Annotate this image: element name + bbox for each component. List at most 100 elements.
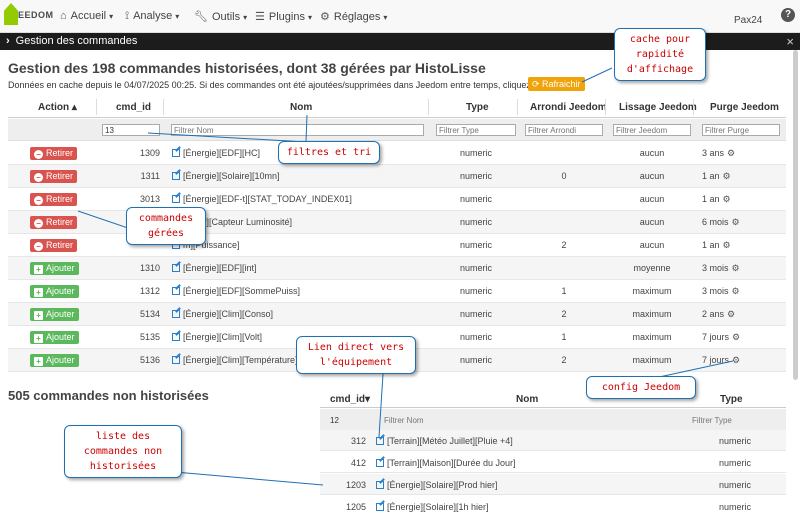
config-gear-icon[interactable]: ⚙ (732, 263, 740, 274)
type-cell: numeric (459, 217, 492, 227)
remove-button[interactable]: − Retirer (30, 147, 78, 160)
remove-button[interactable]: − Retirer (30, 170, 78, 183)
purge-filter-input[interactable] (702, 124, 780, 136)
nh-nom-filter-input[interactable] (382, 414, 652, 426)
external-link-icon[interactable] (172, 356, 180, 364)
jeedom-logo[interactable]: EEDOM (4, 3, 53, 29)
add-button[interactable]: + Ajouter (30, 262, 79, 275)
nav-accueil[interactable]: ⌂ Accueil ▾ (60, 10, 113, 22)
modal-title: Gestion des commandes (15, 35, 138, 47)
remove-button[interactable]: − Retirer (30, 239, 78, 252)
config-gear-icon[interactable]: ⚙ (732, 332, 740, 343)
cmd-id-cell: 5134 (139, 309, 160, 319)
header-nom[interactable]: Nom (290, 102, 312, 113)
cmd-id-cell: 5135 (139, 332, 160, 342)
cmd-id-cell: 1310 (139, 263, 160, 273)
external-link-icon[interactable] (172, 149, 180, 157)
nh-header-type[interactable]: Type (720, 394, 743, 405)
nav-outils[interactable]: 🔧︎ Outils ▾ (194, 10, 247, 23)
lissage-cell: aucun (639, 240, 665, 250)
type-cell: numeric (459, 263, 492, 273)
nh-header-nom[interactable]: Nom (516, 394, 538, 405)
purge-cell: 7 jours ⚙ (702, 355, 741, 366)
purge-cell: 7 jours ⚙ (702, 332, 741, 343)
config-gear-icon[interactable]: ⚙ (723, 194, 731, 205)
add-button[interactable]: + Ajouter (30, 354, 79, 367)
arrondi-filter-input[interactable] (525, 124, 603, 136)
config-gear-icon[interactable]: ⚙ (727, 309, 735, 320)
nh-type-cell: numeric (718, 480, 751, 490)
nom-cell[interactable]: [Énergie][EDF-t][STAT_TODAY_INDEX01] (172, 194, 352, 204)
cmd-id-cell: 1311 (140, 171, 160, 181)
config-gear-icon[interactable]: ⚙ (732, 355, 740, 366)
nh-nom-cell[interactable]: [Énergie][Solaire][1h hier] (376, 502, 489, 512)
lissage-cell: moyenne (633, 263, 671, 273)
remove-button[interactable]: − Retirer (30, 193, 78, 206)
lissage-cell: maximum (632, 355, 672, 365)
external-link-icon[interactable] (172, 310, 180, 318)
external-link-icon[interactable] (376, 503, 384, 511)
nom-cell[interactable]: [Énergie][Clim][Volt] (172, 332, 262, 342)
nom-cell[interactable]: [Énergie][Clim][Conso] (172, 309, 273, 319)
purge-cell: 6 mois ⚙ (702, 217, 740, 228)
cmd-id-filter-input[interactable] (102, 124, 160, 136)
type-cell: numeric (459, 355, 492, 365)
arrondi-cell: 2 (561, 355, 567, 365)
nav-reglages[interactable]: ⚙ Réglages ▾ (320, 10, 387, 23)
config-gear-icon[interactable]: ⚙ (732, 217, 740, 228)
external-link-icon[interactable] (172, 195, 180, 203)
table-row: − Retirer teway][Capteur Luminosité] numeri… (8, 211, 786, 234)
config-gear-icon[interactable]: ⚙ (723, 240, 731, 251)
config-gear-icon[interactable]: ⚙ (723, 171, 731, 182)
nh-nom-cell[interactable]: [Énergie][Solaire][Prod hier] (376, 480, 498, 490)
nom-cell[interactable]: [Énergie][EDF][HC] (172, 148, 260, 158)
table-row: + Ajouter 1310 [Énergie][EDF][int] numeric mo… (8, 257, 786, 280)
nh-cmd-id-cell: 1205 (345, 502, 366, 512)
config-gear-icon[interactable]: ⚙ (732, 286, 740, 297)
add-button[interactable]: + Ajouter (30, 308, 79, 321)
external-link-icon[interactable] (376, 481, 384, 489)
external-link-icon[interactable] (172, 172, 180, 180)
header-arrondi[interactable]: Arrondi Jeedom (530, 102, 607, 113)
close-icon[interactable]: × (786, 33, 794, 50)
nh-nom-cell[interactable]: [Terrain][Maison][Durée du Jour] (376, 458, 516, 468)
header-action[interactable]: Action ▴ (38, 102, 77, 113)
external-link-icon[interactable] (376, 459, 384, 467)
type-cell: numeric (459, 286, 492, 296)
add-button[interactable]: + Ajouter (30, 285, 79, 298)
external-link-icon[interactable] (172, 333, 180, 341)
nom-cell[interactable]: [Énergie][Clim][Température] (172, 355, 298, 365)
nav-plugins[interactable]: ☰ Plugins ▾ (255, 10, 312, 23)
add-button[interactable]: + Ajouter (30, 331, 79, 344)
header-lissage[interactable]: Lissage Jeedom (619, 102, 697, 113)
nav-analyse[interactable]: ⟟ Analyse ▾ (125, 10, 179, 23)
nh-type-filter-input[interactable] (690, 414, 780, 426)
analyse-icon: ⟟ (125, 10, 130, 22)
header-cmd-id[interactable]: cmd_id (116, 102, 151, 113)
user-name[interactable]: Pax24 (734, 15, 762, 26)
nom-cell[interactable]: [Énergie][EDF][int] (172, 263, 257, 273)
refresh-button[interactable]: ⟳ Rafraichir (528, 77, 585, 91)
nh-header-cmd-id[interactable]: cmd_id▾ (330, 394, 370, 405)
nh-cmd-id-cell: 312 (350, 436, 366, 446)
type-filter-input[interactable] (436, 124, 516, 136)
nom-filter-input[interactable] (171, 124, 424, 136)
nom-cell[interactable]: [Énergie][EDF][SommePuiss] (172, 286, 300, 296)
nh-nom-cell[interactable]: [Terrain][Météo Juillet][Pluie +4] (376, 436, 513, 446)
external-link-icon[interactable] (172, 287, 180, 295)
scrollbar[interactable] (793, 50, 798, 380)
nom-cell[interactable]: [Énergie][Solaire][10mn] (172, 171, 280, 181)
external-link-icon[interactable] (376, 437, 384, 445)
remove-button[interactable]: − Retirer (30, 216, 78, 229)
header-type[interactable]: Type (466, 102, 489, 113)
nh-cmd-id-filter-input[interactable] (328, 414, 358, 426)
plus-square-icon: + (34, 288, 43, 297)
header-purge[interactable]: Purge Jeedom (710, 102, 779, 113)
minus-circle-icon: − (34, 242, 43, 251)
purge-cell: 1 an ⚙ (702, 171, 731, 182)
caret-down-icon: ▾ (307, 13, 312, 22)
config-gear-icon[interactable]: ⚙ (727, 148, 735, 159)
lissage-filter-input[interactable] (613, 124, 691, 136)
external-link-icon[interactable] (172, 264, 180, 272)
help-icon[interactable]: ? (781, 8, 795, 22)
